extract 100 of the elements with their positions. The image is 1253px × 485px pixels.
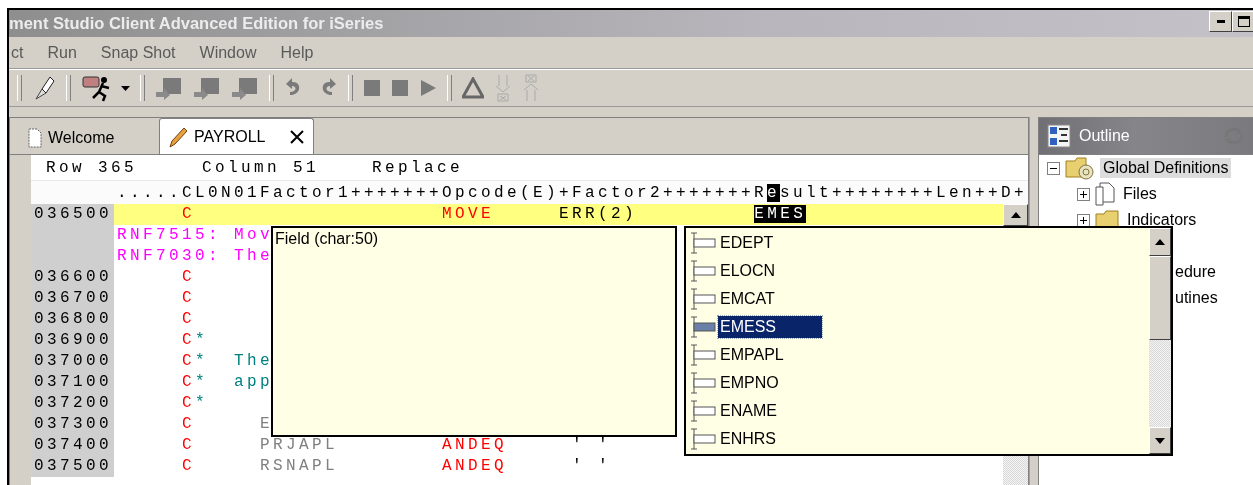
- field-icon: [690, 428, 716, 450]
- close-icon[interactable]: [289, 128, 306, 145]
- field-type-text: Field (char:50): [274, 229, 380, 249]
- completion-item[interactable]: EDEPT: [718, 232, 776, 254]
- code-token: C: [182, 331, 196, 349]
- field-icon: [690, 400, 716, 422]
- minimize-icon: [1216, 20, 1225, 23]
- collapse-toggle[interactable]: [1047, 161, 1060, 175]
- maximize-icon: [1237, 16, 1250, 27]
- field-icon: [690, 344, 716, 366]
- view-title: Outline: [1079, 127, 1131, 145]
- step-icon: [193, 76, 221, 100]
- completion-item[interactable]: ENAME: [718, 400, 779, 422]
- code-comment: *: [195, 394, 209, 412]
- scroll-up-button[interactable]: [1149, 228, 1171, 256]
- code-token: PRJAPL: [260, 436, 339, 454]
- step-icon: [231, 76, 259, 100]
- outline-icon: [1047, 124, 1071, 148]
- tree-item[interactable]: Files: [1120, 184, 1160, 204]
- field-icon: [690, 232, 716, 254]
- completion-item[interactable]: EMPNO: [718, 372, 781, 394]
- up-step-icon: [522, 74, 540, 102]
- line-number: 036500: [31, 204, 114, 225]
- code-token: C: [182, 205, 196, 223]
- stop-icon: [363, 79, 381, 97]
- menu-item[interactable]: Snap Shot: [98, 43, 178, 62]
- code-token: E: [260, 415, 274, 433]
- triangle-icon: [462, 77, 484, 99]
- completion-item[interactable]: EMCAT: [718, 288, 777, 310]
- field-icon: [690, 260, 716, 282]
- code-token: C: [182, 436, 196, 454]
- document-icon: [28, 128, 42, 148]
- expand-toggle[interactable]: [1077, 213, 1090, 227]
- selected-code: EMES: [754, 205, 807, 223]
- plus-icon: [1079, 215, 1088, 225]
- code-token: C: [182, 415, 196, 433]
- caret-icon: [121, 85, 130, 91]
- up-arrow-icon: [1155, 239, 1165, 245]
- code-comment: * app: [195, 373, 274, 391]
- completion-item[interactable]: ENHRS: [718, 428, 778, 450]
- code-token: C: [182, 310, 196, 328]
- completion-item[interactable]: ELOCN: [718, 260, 778, 282]
- line-number: 036600: [31, 267, 114, 288]
- up-arrow-icon: [1010, 212, 1021, 218]
- plus-icon: [1079, 189, 1088, 199]
- code-token: MOVE: [442, 205, 495, 223]
- menu-item[interactable]: Run: [45, 43, 79, 62]
- delta-button[interactable]: [462, 74, 484, 102]
- window-title: ment Studio Client Advanced Edition for iSeries: [9, 14, 384, 33]
- menu-item[interactable]: ct: [9, 43, 26, 62]
- run-button[interactable]: [81, 74, 130, 102]
- scroll-thumb[interactable]: [1149, 256, 1171, 340]
- tree-item[interactable]: Global Definitions: [1100, 158, 1232, 178]
- play-icon: [419, 79, 437, 97]
- scrollbar[interactable]: [1149, 228, 1171, 454]
- code-token: C: [182, 289, 196, 307]
- tree-item[interactable]: edure: [1172, 262, 1219, 282]
- expand-toggle[interactable]: [1077, 187, 1090, 201]
- document-icon: [1094, 182, 1116, 206]
- line-number: 037500: [31, 456, 114, 477]
- code-comment: * The: [195, 352, 274, 370]
- error-message: RNF7030: The: [117, 247, 274, 265]
- field-icon: [690, 316, 716, 338]
- code-token: ANDEQ: [442, 436, 508, 454]
- code-token: ERR(2): [559, 205, 638, 223]
- line-number: 036800: [31, 309, 114, 330]
- folder-globe-icon: [1064, 155, 1096, 181]
- scroll-up-button[interactable]: [1003, 204, 1028, 226]
- field-icon: [690, 372, 716, 394]
- code-token: ANDEQ: [442, 457, 508, 475]
- completion-item[interactable]: EMPAPL: [718, 344, 786, 366]
- code-token: ' ': [572, 457, 612, 475]
- field-icon: [690, 288, 716, 310]
- menu-item[interactable]: Window: [197, 43, 259, 62]
- tree-item[interactable]: Indicators: [1124, 210, 1200, 230]
- down-step-icon: [494, 74, 512, 102]
- minimize-button[interactable]: [1209, 11, 1232, 32]
- code-token: ' ': [572, 436, 612, 454]
- error-message: RNF7515: Mov: [117, 226, 274, 244]
- code-token: C: [182, 352, 196, 370]
- format-ruler: .....CL0N01Factor1+++++++Opcode(E)+Factor2+++++++R e sult++++++++Len++D+: [31, 180, 1028, 204]
- code-comment: *: [195, 331, 209, 349]
- line-number: 037200: [31, 393, 114, 414]
- line-number: 037100: [31, 372, 114, 393]
- code-token: RSNAPL: [260, 457, 339, 475]
- down-arrow-icon: [1155, 437, 1165, 444]
- mode-indicator: Replace: [372, 158, 464, 177]
- row-indicator: Row 365: [46, 158, 137, 177]
- scroll-down-button[interactable]: [1149, 427, 1171, 454]
- line-number: 036700: [31, 288, 114, 309]
- code-token: C: [182, 268, 196, 286]
- maximize-button[interactable]: [1232, 11, 1253, 32]
- pencil-icon: [168, 125, 188, 148]
- menu-item[interactable]: Help: [278, 43, 316, 62]
- line-number: 036900: [31, 330, 114, 351]
- tree-item[interactable]: utines: [1172, 288, 1221, 308]
- completion-item[interactable]: EMESS: [718, 316, 822, 338]
- code-token: C: [182, 394, 196, 412]
- line-number: 037400: [31, 435, 114, 456]
- editor-tab[interactable]: PAYROLL: [159, 118, 315, 154]
